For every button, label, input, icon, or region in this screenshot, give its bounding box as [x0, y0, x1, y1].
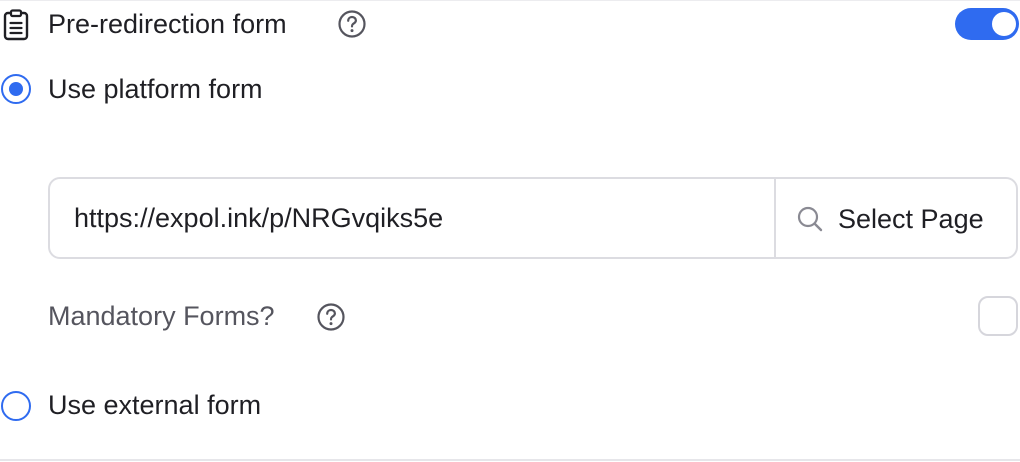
pre-redirection-form-title: Pre-redirection form: [48, 9, 287, 39]
pre-redirection-form-toggle[interactable]: [955, 8, 1019, 40]
clipboard-icon: [3, 9, 29, 41]
mandatory-forms-label: Mandatory Forms?: [48, 301, 275, 331]
question-circle-icon[interactable]: [316, 302, 346, 332]
bottom-divider: [0, 459, 1020, 461]
url-field-group: Select Page: [48, 177, 1018, 259]
page-url-input[interactable]: [50, 179, 774, 257]
select-page-label: Select Page: [838, 204, 984, 234]
toggle-knob: [992, 12, 1016, 36]
pre-redirection-form-header: Pre-redirection form: [0, 0, 1020, 48]
use-platform-form-label[interactable]: Use platform form: [48, 73, 263, 105]
radio-use-platform-form[interactable]: [1, 74, 31, 104]
question-circle-icon[interactable]: [337, 9, 367, 39]
mandatory-forms-checkbox[interactable]: [978, 296, 1018, 336]
radio-use-external-form[interactable]: [1, 391, 31, 421]
select-page-button[interactable]: Select Page: [776, 179, 1016, 257]
use-external-form-label[interactable]: Use external form: [48, 389, 261, 421]
search-icon: [797, 206, 823, 232]
